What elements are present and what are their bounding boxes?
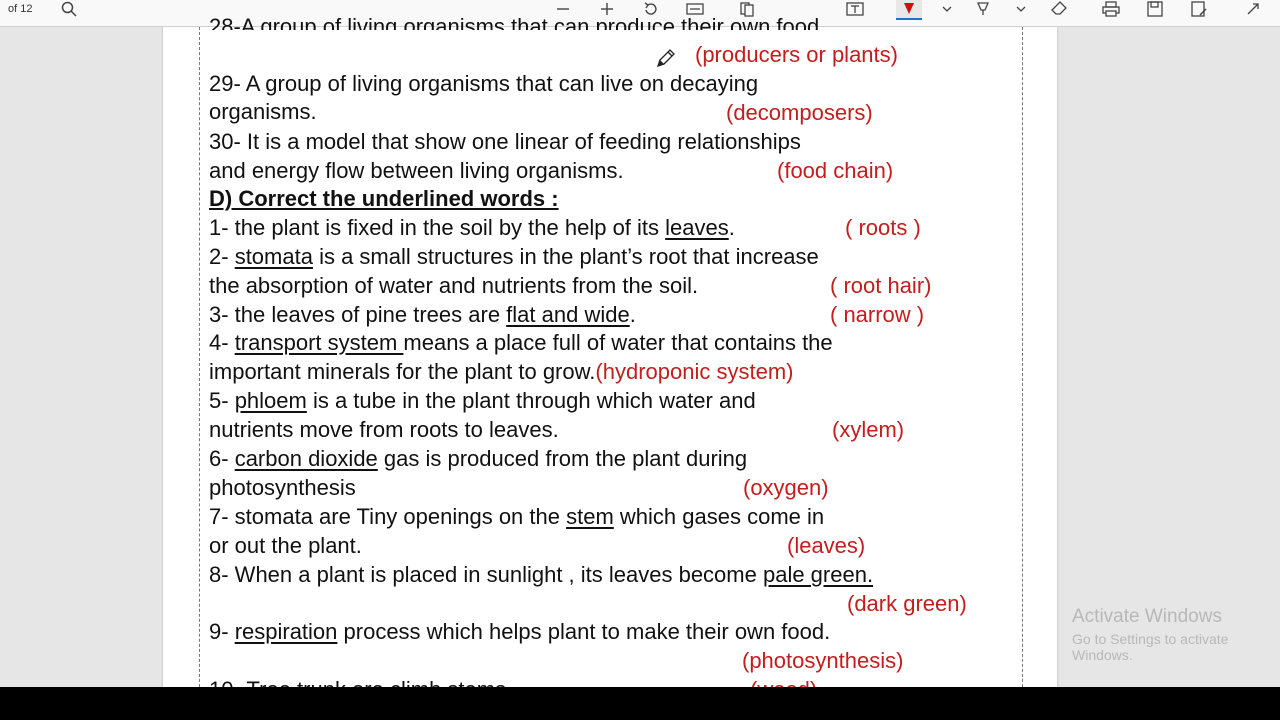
answer-30: (food chain)	[777, 158, 894, 183]
answer-3: ( narrow )	[830, 302, 925, 327]
item-9-underlined: respiration	[234, 619, 338, 644]
line-29b: organisms.	[209, 99, 317, 124]
item-6-line-b: photosynthesis	[209, 475, 356, 500]
answer-8: (dark green)	[847, 591, 967, 616]
item-3-underlined: flat and wide	[506, 302, 630, 327]
item-2-line-b: the absorption of water and nutrients fr…	[209, 273, 699, 298]
search-icon[interactable]	[56, 0, 82, 18]
answer-1: ( roots )	[845, 215, 921, 240]
answer-5: (xylem)	[832, 417, 905, 442]
item-6-number: 6-	[209, 446, 235, 471]
item-4-underlined: transport system	[234, 330, 404, 355]
item-7-text: 7- stomata are Tiny openings on the	[209, 504, 567, 529]
eraser-icon[interactable]	[1046, 0, 1072, 18]
item-6: 6- carbon dioxide gas is produced from t…	[209, 446, 747, 472]
answer-7: (leaves)	[787, 533, 866, 558]
item-5: 5- phloem is a tube in the plant through…	[209, 388, 756, 414]
activation-watermark: Activate Windows Go to Settings to activ…	[1072, 606, 1280, 663]
page-count: of 12	[8, 3, 33, 15]
item-7-text-end: which gases come in	[613, 504, 825, 529]
item-5-text: is a tube in the plant through which wat…	[306, 388, 756, 413]
print-icon[interactable]	[1098, 0, 1124, 18]
item-6-text: gas is produced from the plant during	[377, 446, 748, 471]
item-4-number: 4-	[209, 330, 235, 355]
save-icon[interactable]	[1142, 0, 1168, 18]
item-3: 3- the leaves of pine trees are flat and…	[209, 302, 636, 328]
item-1-text: 1- the plant is fixed in the soil by the…	[209, 215, 666, 240]
item-7-underlined: stem	[566, 504, 614, 529]
section-heading: D) Correct the underlined words :	[209, 186, 559, 211]
item-2-text: is a small structures in the plant’s roo…	[312, 244, 819, 269]
item-7: 7- stomata are Tiny openings on the stem…	[209, 504, 824, 530]
item-6-underlined: carbon dioxide	[234, 446, 378, 471]
text-icon[interactable]	[842, 0, 868, 18]
chevron-down-icon[interactable]	[934, 0, 960, 18]
item-3-text: 3- the leaves of pine trees are	[209, 302, 507, 327]
page-border	[199, 27, 1023, 687]
line-28-partial: 28-A group of living organisms that can …	[209, 14, 826, 30]
document-viewport[interactable]	[0, 27, 1280, 687]
watermark-title: Activate Windows	[1072, 606, 1222, 627]
line-30a: 30- It is a model that show one linear o…	[209, 129, 801, 154]
item-4: 4- transport system means a place full o…	[209, 330, 833, 356]
item-5-line-b: nutrients move from roots to leaves.	[209, 417, 559, 442]
item-8-text: 8- When a plant is placed in sunlight , …	[209, 562, 763, 587]
item-4-text-b: important minerals for the plant to grow…	[209, 359, 596, 384]
pencil-cursor-icon	[656, 49, 675, 68]
item-9-number: 9-	[209, 619, 235, 644]
answer-6: (oxygen)	[743, 475, 829, 500]
item-4-text: means a place full of water that contain…	[403, 330, 833, 355]
item-2-underlined: stomata	[234, 244, 313, 269]
answer-9: (photosynthesis)	[742, 648, 904, 673]
answer-2: ( root hair)	[830, 273, 932, 298]
answer-28: (producers or plants)	[695, 42, 898, 67]
item-5-underlined: phloem	[234, 388, 307, 413]
item-7-line-b: or out the plant.	[209, 533, 362, 558]
item-1-text-end: .	[728, 215, 735, 240]
save-as-icon[interactable]	[1186, 0, 1212, 18]
item-5-number: 5-	[209, 388, 235, 413]
answer-10-partial: (wood)	[750, 677, 817, 687]
item-1-underlined: leaves	[665, 215, 729, 240]
item-2-number: 2-	[209, 244, 235, 269]
answer-29: (decomposers)	[726, 100, 873, 125]
highlight-icon[interactable]	[970, 0, 996, 18]
expand-icon[interactable]	[1240, 0, 1266, 18]
item-3-text-end: .	[629, 302, 636, 327]
watermark-subtitle: Go to Settings to activate Windows.	[1072, 631, 1229, 663]
chevron-down-icon[interactable]	[1008, 0, 1034, 18]
draw-icon[interactable]	[896, 0, 922, 20]
line-29a: 29- A group of living organisms that can…	[209, 71, 759, 96]
line-10-partial: 10- Tree trunk are climb stems	[209, 677, 506, 687]
item-9: 9- respiration process which helps plant…	[209, 619, 830, 645]
taskbar	[0, 687, 1280, 720]
answer-4: (hydroponic system)	[595, 359, 794, 384]
item-2: 2- stomata is a small structures in the …	[209, 244, 819, 270]
line-30b: and energy flow between living organisms…	[209, 158, 624, 183]
item-8-underlined: pale green.	[762, 562, 874, 587]
document-page	[163, 27, 1057, 687]
item-8: 8- When a plant is placed in sunlight , …	[209, 562, 873, 588]
item-9-text: process which helps plant to make their …	[337, 619, 831, 644]
item-4-line-b: important minerals for the plant to grow…	[209, 359, 794, 385]
item-1: 1- the plant is fixed in the soil by the…	[209, 215, 735, 241]
